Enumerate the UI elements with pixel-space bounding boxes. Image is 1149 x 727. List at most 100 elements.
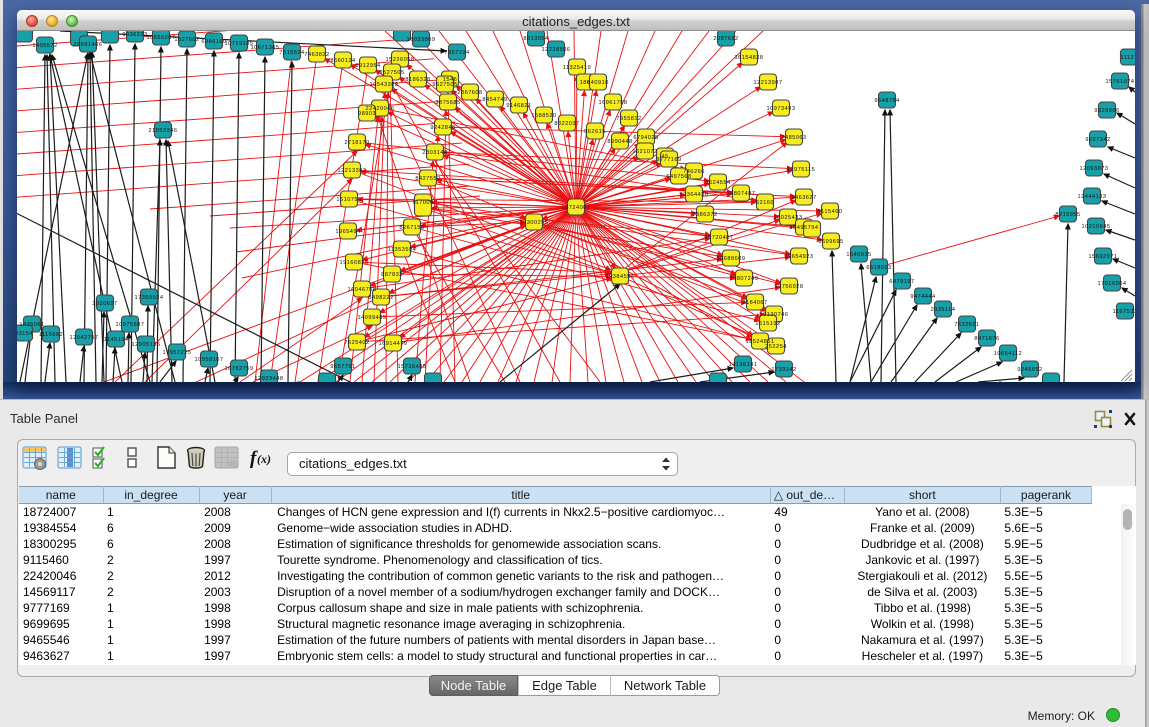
svg-text:8454749: 8454749 <box>482 97 507 103</box>
svg-text:93154: 93154 <box>17 331 33 337</box>
svg-text:10671385: 10671385 <box>251 45 280 51</box>
svg-text:2020657: 2020657 <box>92 301 117 307</box>
svg-text:16154838: 16154838 <box>735 55 764 61</box>
svg-text:8427552: 8427552 <box>415 176 440 182</box>
svg-text:19756928: 19756928 <box>775 284 804 290</box>
svg-text:117006: 117006 <box>412 200 433 206</box>
svg-text:15751074: 15751074 <box>1106 79 1135 85</box>
svg-text:9527505: 9527505 <box>432 82 457 88</box>
svg-text:1621072: 1621072 <box>632 149 657 155</box>
svg-text:19384554: 19384554 <box>606 274 635 280</box>
svg-text:9657791: 9657791 <box>330 364 355 370</box>
svg-text:9115460: 9115460 <box>818 209 843 215</box>
svg-text:9329966: 9329966 <box>1094 108 1119 114</box>
svg-text:16914479: 16914479 <box>379 341 408 347</box>
svg-text:9242848: 9242848 <box>430 125 455 131</box>
svg-text:19654923: 19654923 <box>785 254 814 260</box>
svg-text:9184067: 9184067 <box>742 300 767 306</box>
svg-text:7955812: 7955812 <box>616 116 641 122</box>
svg-text:20364436: 20364436 <box>680 192 709 198</box>
svg-text:10033809: 10033809 <box>407 37 436 43</box>
svg-text:8990448: 8990448 <box>607 139 632 145</box>
svg-text:7632621: 7632621 <box>954 322 979 328</box>
svg-text:10688609: 10688609 <box>717 256 746 262</box>
svg-text:12213987: 12213987 <box>754 80 783 86</box>
svg-text:10958107: 10958107 <box>195 357 224 363</box>
svg-text:16046758: 16046758 <box>348 287 377 293</box>
svg-text:1527602: 1527602 <box>174 37 199 43</box>
svg-text:12093873: 12093873 <box>1080 166 1109 172</box>
svg-text:8267150: 8267150 <box>399 225 424 231</box>
svg-text:20691406: 20691406 <box>74 42 103 48</box>
svg-text:11121: 11121 <box>1120 55 1135 61</box>
svg-text:7463822: 7463822 <box>304 52 329 58</box>
svg-text:9245652: 9245652 <box>1017 367 1042 373</box>
svg-text:9227342: 9227342 <box>1085 137 1110 143</box>
svg-text:10975887: 10975887 <box>116 322 145 328</box>
svg-text:2718170: 2718170 <box>344 140 369 146</box>
svg-text:10210645: 10210645 <box>1082 224 1111 230</box>
svg-text:1965494: 1965494 <box>335 229 360 235</box>
svg-text:6966160: 6966160 <box>201 39 226 45</box>
svg-text:1733342: 1733342 <box>771 367 796 373</box>
svg-text:1115682: 1115682 <box>39 332 63 338</box>
svg-text:10543382: 10543382 <box>370 82 399 88</box>
svg-text:6794028: 6794028 <box>633 135 658 141</box>
svg-text:8186328: 8186328 <box>405 77 430 83</box>
svg-text:15716485: 15716485 <box>398 364 427 370</box>
svg-text:1588520: 1588520 <box>531 113 556 119</box>
svg-text:7515524: 7515524 <box>279 50 304 56</box>
svg-text:10654112: 10654112 <box>994 351 1022 357</box>
svg-text:1405572: 1405572 <box>32 43 57 49</box>
svg-text:1435061: 1435061 <box>19 322 44 328</box>
svg-text:2087682: 2087682 <box>713 36 738 42</box>
svg-text:7485063: 7485063 <box>781 135 806 141</box>
svg-text:1615192: 1615192 <box>755 321 780 327</box>
svg-text:21053346: 21053346 <box>149 128 178 134</box>
svg-text:8215955: 8215955 <box>1055 212 1080 218</box>
svg-text:962615: 962615 <box>584 129 606 135</box>
svg-text:252254: 252254 <box>765 344 787 350</box>
svg-text:11325419: 11325419 <box>563 65 591 71</box>
svg-text:8498222: 8498222 <box>368 295 393 301</box>
svg-text:6497568: 6497568 <box>666 174 691 180</box>
svg-text:10973493: 10973493 <box>767 106 796 112</box>
svg-text:2803144: 2803144 <box>422 150 447 156</box>
svg-text:13495794: 13495794 <box>790 225 819 231</box>
svg-text:9474444: 9474444 <box>910 294 935 300</box>
svg-text:15720407: 15720407 <box>705 235 734 241</box>
svg-text:12218506: 12218506 <box>542 47 571 53</box>
svg-text:10120746: 10120746 <box>760 312 789 318</box>
svg-text:8813054: 8813054 <box>523 36 548 42</box>
svg-text:98903: 98903 <box>358 111 376 117</box>
svg-text:18724007: 18724007 <box>562 205 591 211</box>
svg-text:10025433: 10025433 <box>774 215 803 221</box>
svg-text:17359924: 17359924 <box>135 295 164 301</box>
svg-text:1610755: 1610755 <box>336 197 361 203</box>
svg-text:17957225: 17957225 <box>163 350 192 356</box>
svg-text:8322037: 8322037 <box>554 121 579 127</box>
svg-text:6479197: 6479197 <box>889 279 914 285</box>
svg-text:18807249: 18807249 <box>730 276 759 282</box>
svg-text:9699695: 9699695 <box>818 239 843 245</box>
svg-text:1167533: 1167533 <box>1113 309 1135 315</box>
svg-text:12905135: 12905135 <box>132 342 161 348</box>
svg-text:15692971: 15692971 <box>1089 254 1118 260</box>
svg-text:(x): (x) <box>257 452 271 466</box>
svg-text:7357224: 7357224 <box>444 50 469 56</box>
svg-text:9463627: 9463627 <box>791 195 816 201</box>
svg-text:9777169: 9777169 <box>656 157 681 163</box>
svg-text:3624554: 3624554 <box>705 180 730 186</box>
svg-text:1145194: 1145194 <box>104 337 129 343</box>
svg-text:17016504: 17016504 <box>1098 281 1127 287</box>
svg-text:2935114: 2935114 <box>931 307 956 313</box>
svg-text:12923448: 12923448 <box>255 376 284 382</box>
svg-text:11353594: 11353594 <box>388 247 416 253</box>
svg-text:16961758: 16961758 <box>599 100 628 106</box>
svg-text:3875685: 3875685 <box>435 100 460 106</box>
svg-text:840910: 840910 <box>587 80 609 86</box>
svg-text:2367608: 2367608 <box>457 90 482 96</box>
svg-text:9527505: 9527505 <box>379 70 404 76</box>
svg-text:12444133: 12444133 <box>1078 194 1107 200</box>
svg-text:62160: 62160 <box>756 200 774 206</box>
